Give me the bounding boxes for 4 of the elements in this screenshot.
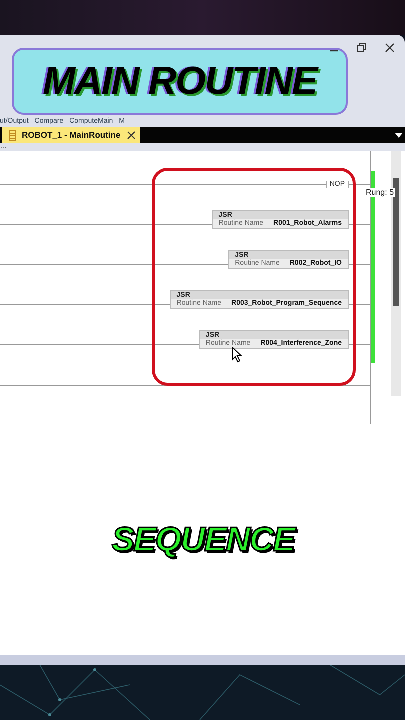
- rung-label: Rung: 5: [365, 188, 396, 197]
- caption-title: MAIN ROUTINE: [43, 60, 317, 104]
- routine-tab[interactable]: ROBOT_1 - MainRoutine: [2, 127, 140, 143]
- caption-subtitle: SEQUENCE: [112, 521, 295, 560]
